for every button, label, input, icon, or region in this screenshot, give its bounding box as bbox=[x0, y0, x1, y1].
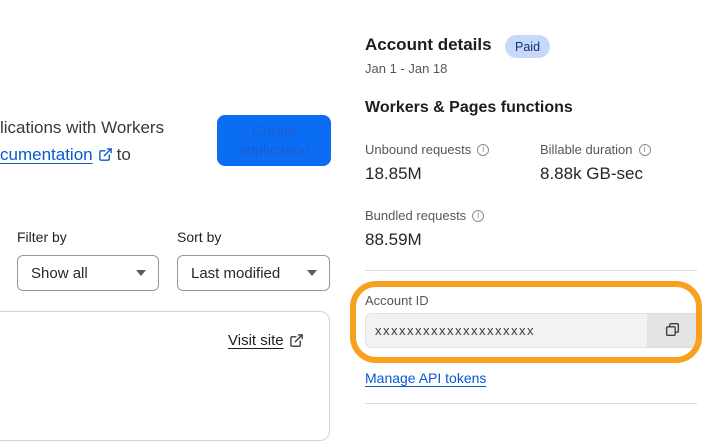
info-icon[interactable] bbox=[472, 209, 485, 222]
intro-text-after-link: to bbox=[116, 145, 131, 164]
filter-dropdown-value: Show all bbox=[31, 264, 88, 282]
stat-billable-duration: Billable duration 8.88k GB-sec bbox=[540, 142, 651, 184]
intro-line-1: lications with Workers bbox=[0, 114, 164, 141]
info-icon[interactable] bbox=[477, 143, 490, 156]
divider bbox=[365, 403, 697, 404]
info-icon[interactable] bbox=[638, 143, 651, 156]
stat-label: Bundled requests bbox=[365, 208, 467, 223]
documentation-link[interactable]: cumentation bbox=[0, 145, 93, 164]
visit-site-link[interactable]: Visit site bbox=[228, 332, 284, 349]
copy-account-id-button[interactable] bbox=[647, 313, 699, 348]
billing-date-range: Jan 1 - Jan 18 bbox=[365, 61, 448, 76]
intro-line-2: cumentation to bbox=[0, 141, 164, 168]
stat-value: 18.85M bbox=[365, 164, 422, 183]
create-application-button[interactable]: Create application bbox=[217, 115, 331, 166]
chevron-down-icon bbox=[136, 270, 146, 276]
intro-paragraph: lications with Workers cumentation to bbox=[0, 114, 164, 168]
create-application-label-line1: Create bbox=[251, 122, 297, 140]
divider bbox=[365, 270, 697, 271]
stat-label: Unbound requests bbox=[365, 142, 472, 157]
account-id-field-group bbox=[365, 313, 699, 348]
manage-api-tokens-link[interactable]: Manage API tokens bbox=[365, 370, 486, 386]
paid-plan-badge: Paid bbox=[505, 35, 551, 58]
stat-value: 8.88k GB-sec bbox=[540, 164, 643, 183]
sort-by-label: Sort by bbox=[177, 229, 222, 245]
external-link-icon bbox=[98, 147, 113, 162]
chevron-down-icon bbox=[307, 270, 317, 276]
account-id-label: Account ID bbox=[365, 293, 429, 308]
stat-unbound-requests: Unbound requests 18.85M bbox=[365, 142, 490, 184]
account-id-input[interactable] bbox=[365, 313, 647, 348]
manage-api-tokens-row: Manage API tokens bbox=[365, 370, 486, 386]
project-card bbox=[0, 311, 330, 441]
visit-site-row: Visit site bbox=[228, 332, 308, 349]
stat-value: 88.59M bbox=[365, 230, 422, 249]
external-link-icon bbox=[289, 333, 304, 348]
copy-icon bbox=[664, 321, 681, 341]
account-details-title: Account details bbox=[365, 35, 492, 54]
filter-dropdown[interactable]: Show all bbox=[17, 255, 159, 291]
sort-dropdown-value: Last modified bbox=[191, 264, 281, 282]
workers-pages-functions-heading: Workers & Pages functions bbox=[365, 99, 573, 116]
stat-label: Billable duration bbox=[540, 142, 633, 157]
sort-dropdown[interactable]: Last modified bbox=[177, 255, 330, 291]
stat-bundled-requests: Bundled requests 88.59M bbox=[365, 208, 485, 250]
create-application-label-line2: application bbox=[238, 141, 310, 159]
filter-by-label: Filter by bbox=[17, 229, 67, 245]
intro-text-fragment: lications with Workers bbox=[0, 118, 165, 137]
